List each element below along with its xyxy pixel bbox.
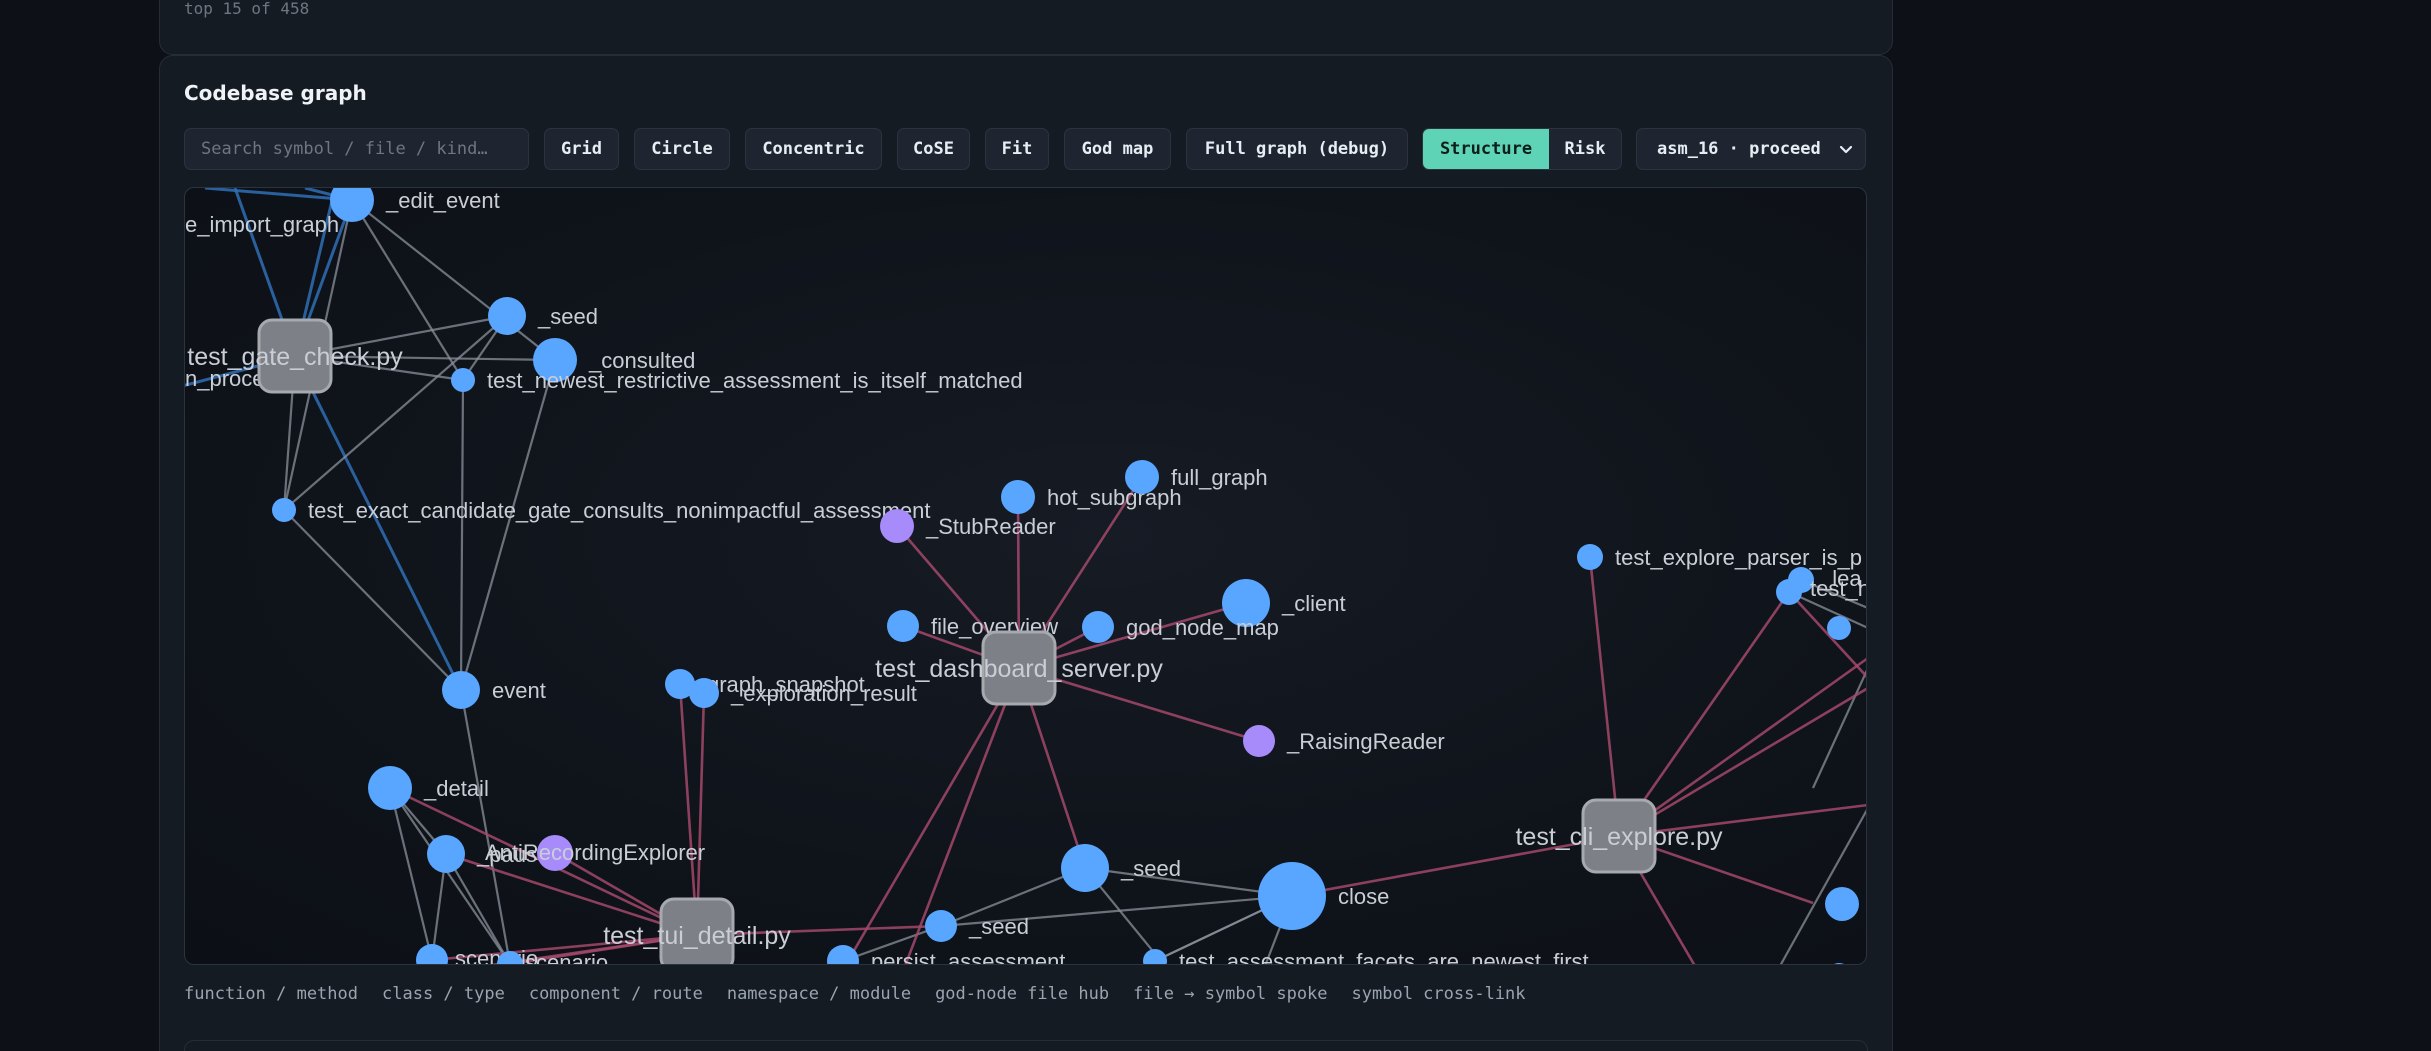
cose-layout-button[interactable]: CoSE [897,128,970,170]
graph-edge [459,379,465,691]
graph-edge [389,787,511,964]
graph-edge [351,199,556,361]
function-node[interactable] [925,910,957,942]
codebase-graph-panel: Codebase graph Grid Circle Concentric Co… [159,55,1893,1051]
node-label: persist_assessment [871,949,1065,965]
function-node[interactable] [1826,963,1852,965]
graph-edge [1779,809,1866,964]
graph-canvas[interactable]: _edit_event e_import_graph _seed _consulted… [184,187,1867,965]
function-node[interactable] [1827,616,1851,640]
function-node[interactable] [1082,611,1114,643]
legend-file-symbol-spoke: file → symbol spoke [1133,984,1328,1004]
assessment-select-value: asm_16 · proceed [1657,139,1821,159]
node-label: _client [1281,591,1346,616]
node-label: _detail [423,776,489,801]
node-label: god_node_map [1126,615,1279,640]
function-node[interactable] [1001,480,1035,514]
full-graph-debug-button[interactable]: Full graph (debug) [1186,128,1408,170]
node-label: scenario [525,950,608,965]
graph-edge [678,683,699,936]
graph-edge [459,359,557,691]
function-node[interactable] [1776,579,1802,605]
function-node[interactable] [887,610,919,642]
file-hub-label: test_cli_explore.py [1515,823,1723,851]
node-label: _seed [1120,856,1181,881]
node-label: test_newest_restrictive_assessment_is_it… [487,368,1023,393]
search-input[interactable] [184,128,529,170]
function-node[interactable] [416,944,448,965]
next-panel [184,1040,1868,1051]
god-map-button[interactable]: God map [1064,128,1171,170]
circle-layout-button[interactable]: Circle [634,128,730,170]
graph-toolbar: Grid Circle Concentric CoSE Fit God map … [184,128,1874,170]
graph-edge [1588,556,1621,837]
node-label: full_graph [1171,465,1268,490]
function-node[interactable] [368,766,412,810]
concentric-layout-button[interactable]: Concentric [745,128,882,170]
function-node[interactable] [1577,544,1603,570]
graph-edge [1788,591,1866,678]
structure-mode-button[interactable]: Structure [1423,129,1549,169]
class-node[interactable] [1243,725,1275,757]
file-hub-label: test_dashboard_server.py [875,655,1163,683]
node-label: test_assessment_facets_are_newest_first [1179,949,1589,965]
function-node[interactable] [1061,844,1109,892]
fit-button[interactable]: Fit [985,128,1049,170]
panel-title: Codebase graph [184,81,367,105]
node-label: close [1338,884,1389,909]
node-label: _RaisingReader [1286,729,1445,754]
graph-svg[interactable]: _edit_evente_import_graph_seed_consulted… [185,188,1867,965]
node-label: _exploration_result [730,681,917,706]
file-hub-label: test_gate_check.py [187,343,403,371]
legend-namespace-module: namespace / module [726,984,912,1004]
node-label: _seed [537,304,598,329]
legend-class-type: class / type [382,984,505,1004]
node-label: event [492,678,546,703]
class-node[interactable] [880,509,914,543]
function-node[interactable] [689,678,719,708]
node-label: AntiRecordingExplorer [485,840,705,865]
node-label: hot_subgraph [1047,485,1182,510]
legend-god-node-hub: god-node file hub [935,984,1110,1004]
function-node[interactable] [427,835,465,873]
function-node[interactable] [272,498,296,522]
function-node[interactable] [488,297,526,335]
node-label: test_exact_candidate_gate_consults_nonim… [308,498,931,523]
file-hub-label: test_tui_detail.py [603,922,791,950]
function-node[interactable] [1825,887,1859,921]
panel-caption: top 15 of 458 [184,0,310,18]
risk-mode-button[interactable]: Risk [1549,129,1621,169]
node-label: _seed [968,914,1029,939]
legend-symbol-cross-link: symbol cross-link [1351,984,1526,1004]
function-node[interactable] [1143,949,1167,965]
node-label: e_import_graph [185,212,339,237]
function-node[interactable] [442,671,480,709]
node-label: _edit_event [385,188,500,213]
node-label: _StubReader [925,514,1056,539]
graph-legend: function / method class / type component… [184,984,1526,1008]
graph-edge [293,355,463,691]
function-node[interactable] [451,368,475,392]
graph-edge [1812,669,1866,789]
function-node[interactable] [1258,862,1326,930]
assessment-select[interactable]: asm_16 · proceed [1636,128,1866,170]
view-mode-toggle: Structure Risk [1422,128,1622,170]
graph-edge [283,509,462,691]
grid-layout-button[interactable]: Grid [544,128,619,170]
chevron-down-icon [1839,145,1853,154]
legend-component-route: component / route [528,984,703,1004]
node-label: test_h [1810,576,1867,601]
previous-panel: top 15 of 458 [159,0,1893,55]
function-node[interactable] [1125,460,1159,494]
legend-function-method: function / method [184,984,358,1004]
